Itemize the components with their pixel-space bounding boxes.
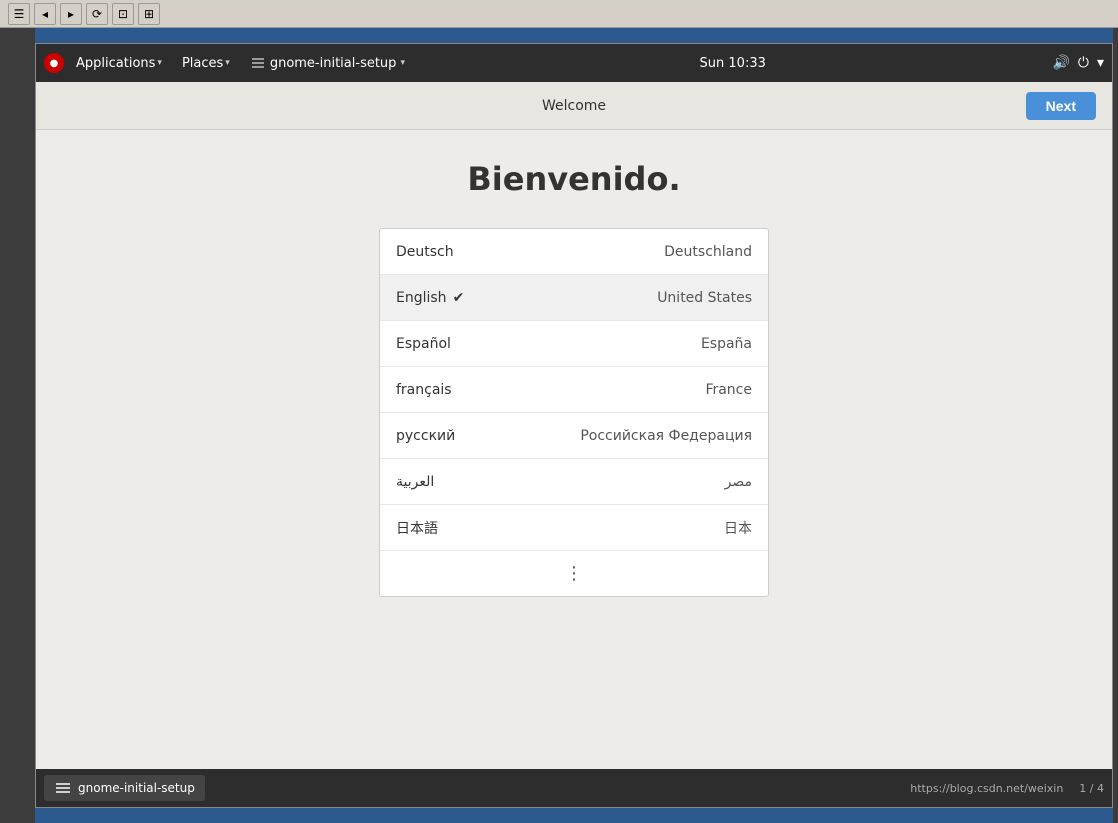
list-item[interactable]: 日本語 日本 bbox=[380, 505, 768, 551]
language-list: Deutsch Deutschland English ✔ United Sta… bbox=[379, 228, 769, 597]
more-icon: ⋮ bbox=[565, 563, 583, 584]
taskbar-item-icon bbox=[54, 779, 72, 797]
gnome-taskbar: gnome-initial-setup https://blog.csdn.ne… bbox=[36, 769, 1112, 807]
taskbar-item-label: gnome-initial-setup bbox=[78, 781, 195, 795]
desktop-right-chrome bbox=[1113, 28, 1118, 823]
places-arrow: ▾ bbox=[225, 58, 230, 68]
toolbar-fwd-btn[interactable]: ▸ bbox=[60, 3, 82, 25]
lang-region-francais: France bbox=[705, 382, 752, 398]
system-menu-icon[interactable]: ▾ bbox=[1097, 55, 1104, 71]
toolbar-home-btn[interactable]: ⊡ bbox=[112, 3, 134, 25]
places-menu[interactable]: Places ▾ bbox=[174, 56, 238, 71]
toolbar-refresh-btn[interactable]: ⟳ bbox=[86, 3, 108, 25]
lang-region-russian: Российская Федерация bbox=[580, 428, 752, 444]
toolbar-extra-btn[interactable]: ⊞ bbox=[138, 3, 160, 25]
app-header: Welcome Next bbox=[36, 82, 1112, 130]
lang-name-deutsch: Deutsch bbox=[396, 244, 454, 260]
topbar-center: Sun 10:33 bbox=[413, 56, 1052, 71]
gnome-topbar: ● Applications ▾ Places ▾ gnome-ini bbox=[36, 44, 1112, 82]
lang-region-english: United States bbox=[657, 290, 752, 306]
taskbar-gnome-setup-item[interactable]: gnome-initial-setup bbox=[44, 775, 205, 801]
selected-checkmark: ✔ bbox=[453, 290, 465, 306]
taskbar-right: https://blog.csdn.net/weixin 1 / 4 bbox=[910, 782, 1104, 795]
gnome-setup-icon bbox=[250, 55, 266, 71]
topbar-right: 🔊 ⏻ ▾ bbox=[1052, 55, 1104, 71]
gnome-initial-setup-menu[interactable]: gnome-initial-setup ▾ bbox=[242, 55, 413, 71]
list-item[interactable]: Español España bbox=[380, 321, 768, 367]
list-item[interactable]: русский Российская Федерация bbox=[380, 413, 768, 459]
lang-name-francais: français bbox=[396, 382, 452, 398]
clock: Sun 10:33 bbox=[700, 56, 766, 71]
volume-icon[interactable]: 🔊 bbox=[1052, 55, 1069, 71]
gnome-window: ● Applications ▾ Places ▾ gnome-ini bbox=[35, 43, 1113, 808]
browser-toolbar: ☰ ◂ ▸ ⟳ ⊡ ⊞ bbox=[0, 0, 1118, 28]
more-languages-button[interactable]: ⋮ bbox=[380, 551, 768, 596]
gnome-app-icon[interactable]: ● bbox=[44, 53, 64, 73]
lang-name-japanese: 日本語 bbox=[396, 518, 438, 538]
welcome-title: Bienvenido. bbox=[467, 160, 680, 198]
toolbar-back-btn[interactable]: ◂ bbox=[34, 3, 56, 25]
lang-name-espanol: Español bbox=[396, 336, 451, 352]
lang-name-russian: русский bbox=[396, 428, 455, 444]
lang-name-english: English ✔ bbox=[396, 290, 464, 306]
lang-region-espanol: España bbox=[701, 336, 752, 352]
taskbar-url: https://blog.csdn.net/weixin bbox=[910, 782, 1063, 795]
list-item[interactable]: Deutsch Deutschland bbox=[380, 229, 768, 275]
lang-region-japanese: 日本 bbox=[724, 518, 752, 538]
applications-menu[interactable]: Applications ▾ bbox=[68, 56, 170, 71]
list-item[interactable]: français France bbox=[380, 367, 768, 413]
desktop: ● Applications ▾ Places ▾ gnome-ini bbox=[0, 28, 1118, 823]
toolbar-menu-btn[interactable]: ☰ bbox=[8, 3, 30, 25]
list-item[interactable]: English ✔ United States bbox=[380, 275, 768, 321]
lang-region-deutsch: Deutschland bbox=[664, 244, 752, 260]
taskbar-pages: 1 / 4 bbox=[1079, 782, 1104, 795]
applications-arrow: ▾ bbox=[157, 58, 162, 68]
header-right: Next bbox=[748, 92, 1096, 120]
list-item[interactable]: العربية مصر bbox=[380, 459, 768, 505]
topbar-left: ● Applications ▾ Places ▾ gnome-ini bbox=[44, 53, 413, 73]
app-content: Bienvenido. Deutsch Deutschland English … bbox=[36, 130, 1112, 769]
desktop-left-chrome bbox=[0, 28, 35, 823]
next-button[interactable]: Next bbox=[1026, 92, 1096, 120]
app-title: Welcome bbox=[400, 98, 748, 114]
setup-arrow: ▾ bbox=[400, 58, 405, 68]
lang-region-arabic: مصر bbox=[725, 474, 752, 490]
lang-name-arabic: العربية bbox=[396, 474, 434, 490]
power-icon[interactable]: ⏻ bbox=[1078, 55, 1089, 71]
